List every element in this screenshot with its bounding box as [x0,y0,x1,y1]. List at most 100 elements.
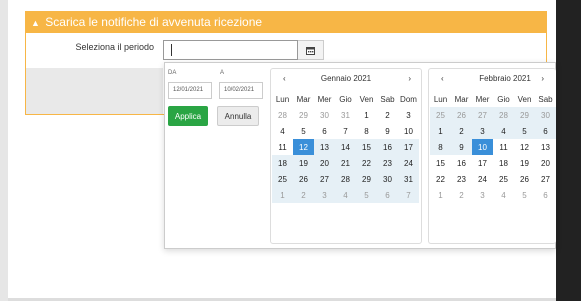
month-title: Gennaio 2021 [320,74,372,83]
day-cell[interactable]: 18 [272,155,293,171]
day-cell[interactable]: 22 [430,171,451,187]
day-cell[interactable]: 11 [272,139,293,155]
day-cell[interactable]: 29 [514,107,535,123]
weekday-label: Gio [497,94,510,104]
day-cell[interactable]: 7 [335,123,356,139]
day-cell[interactable]: 27 [314,171,335,187]
day-cell[interactable]: 3 [314,187,335,203]
day-cell[interactable]: 5 [514,123,535,139]
next-month-icon[interactable]: › [408,74,411,83]
day-cell[interactable]: 16 [451,155,472,171]
day-cell[interactable]: 21 [335,155,356,171]
day-cell[interactable]: 12 [293,139,314,155]
day-cell[interactable]: 3 [472,123,493,139]
day-cell[interactable]: 1 [430,187,451,203]
day-cell[interactable]: 31 [398,171,419,187]
day-cell[interactable]: 22 [356,155,377,171]
day-cell[interactable]: 25 [430,107,451,123]
day-cell[interactable]: 26 [514,171,535,187]
weekday-label: Mer [475,94,490,104]
day-cell[interactable]: 14 [335,139,356,155]
day-cell[interactable]: 13 [314,139,335,155]
day-cell[interactable]: 20 [314,155,335,171]
day-cell[interactable]: 28 [493,107,514,123]
day-cell[interactable]: 28 [335,171,356,187]
day-cell[interactable]: 30 [535,107,556,123]
day-cell[interactable]: 30 [314,107,335,123]
day-cell[interactable]: 30 [377,171,398,187]
calendar-button[interactable] [298,40,324,60]
day-cell[interactable]: 2 [293,187,314,203]
day-cell[interactable]: 26 [293,171,314,187]
day-cell[interactable]: 6 [377,187,398,203]
day-cell[interactable]: 9 [451,139,472,155]
calendar-grid: Lun Mar Mer Gio Ven Sab Dom 28 29 30 31 1 2 3 4 5 6 7 8 9 10… [272,91,419,203]
day-cell[interactable]: 29 [356,171,377,187]
day-cell[interactable]: 29 [293,107,314,123]
day-cell[interactable]: 17 [398,139,419,155]
day-cell[interactable]: 5 [514,187,535,203]
day-cell[interactable]: 24 [398,155,419,171]
day-cell[interactable]: 5 [356,187,377,203]
day-cell[interactable]: 5 [293,123,314,139]
day-cell[interactable]: 17 [472,155,493,171]
day-cell[interactable]: 13 [535,139,556,155]
day-cell[interactable]: 16 [377,139,398,155]
day-cell[interactable]: 27 [535,171,556,187]
next-month-icon[interactable]: › [541,74,544,83]
day-cell[interactable]: 11 [493,139,514,155]
day-cell[interactable]: 23 [451,171,472,187]
day-cell[interactable]: 10 [472,139,493,155]
day-cell[interactable]: 26 [451,107,472,123]
day-cell[interactable]: 31 [335,107,356,123]
day-cell[interactable]: 1 [356,107,377,123]
day-cell[interactable]: 2 [451,123,472,139]
day-cell[interactable]: 12 [514,139,535,155]
day-cell[interactable]: 25 [493,171,514,187]
day-cell[interactable]: 19 [514,155,535,171]
day-cell[interactable]: 9 [377,123,398,139]
day-cell[interactable]: 27 [472,107,493,123]
day-cell[interactable]: 18 [493,155,514,171]
weekday-label: Gio [339,94,352,104]
day-cell[interactable]: 3 [398,107,419,123]
day-cell[interactable]: 1 [430,123,451,139]
day-cell[interactable]: 20 [535,155,556,171]
panel-gray-area [26,68,163,114]
day-cell[interactable]: 6 [314,123,335,139]
panel-header[interactable]: ▲ Scarica le notifiche di avvenuta ricez… [25,11,547,33]
day-cell[interactable]: 15 [430,155,451,171]
day-cell[interactable]: 7 [398,187,419,203]
day-cell[interactable]: 28 [272,107,293,123]
period-input[interactable] [163,40,298,60]
day-cell[interactable]: 23 [377,155,398,171]
weekday-label: Sab [538,94,553,104]
day-cell[interactable]: 10 [398,123,419,139]
day-cell[interactable]: 8 [356,123,377,139]
left-gutter [0,0,8,301]
to-label: A [220,70,225,76]
day-cell[interactable]: 3 [472,187,493,203]
day-cell[interactable]: 4 [493,187,514,203]
to-date-input[interactable]: 10/02/2021 [219,82,263,99]
weekday-label: Lun [433,94,448,104]
day-cell[interactable]: 2 [451,187,472,203]
day-cell[interactable]: 8 [430,139,451,155]
right-gutter [556,0,581,301]
day-cell[interactable]: 24 [472,171,493,187]
day-cell[interactable]: 1 [272,187,293,203]
from-date-input[interactable]: 12/01/2021 [168,82,212,99]
day-cell[interactable]: 25 [272,171,293,187]
day-cell[interactable]: 4 [493,123,514,139]
from-label: DA [168,70,177,76]
day-cell[interactable]: 6 [535,187,556,203]
weekday-label: Dom [400,94,417,104]
apply-button[interactable]: Applica [168,106,208,126]
day-cell[interactable]: 19 [293,155,314,171]
day-cell[interactable]: 6 [535,123,556,139]
day-cell[interactable]: 2 [377,107,398,123]
cancel-button[interactable]: Annulla [217,106,259,126]
day-cell[interactable]: 4 [272,123,293,139]
day-cell[interactable]: 15 [356,139,377,155]
day-cell[interactable]: 4 [335,187,356,203]
